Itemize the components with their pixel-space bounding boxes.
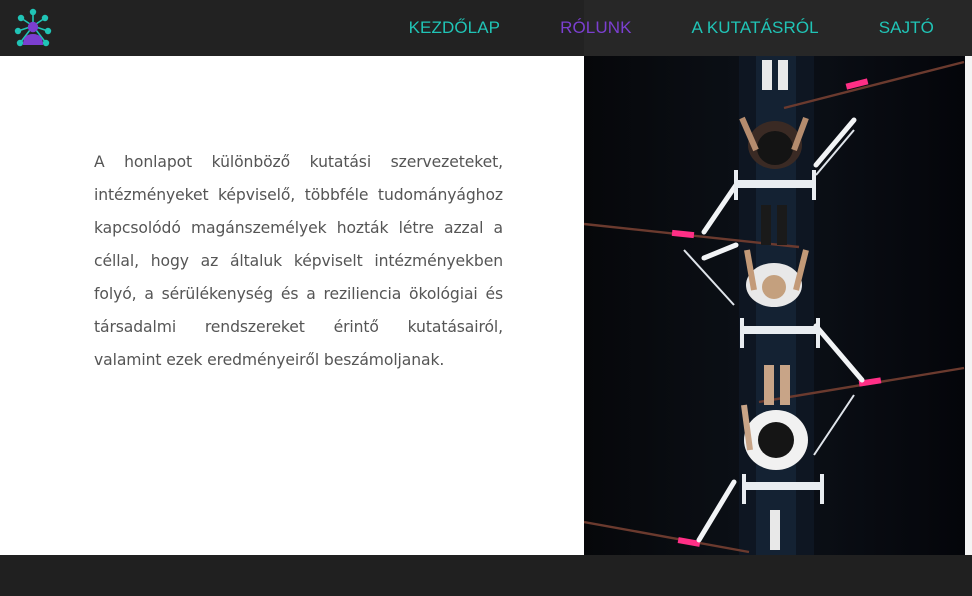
nav-link-rolunk[interactable]: RÓLUNK [560, 18, 631, 38]
page-edge-strip [965, 56, 972, 555]
main-navigation: KEZDŐLAP RÓLUNK A KUTATÁSRÓL SAJTÓ [409, 0, 934, 56]
nav-link-sajto[interactable]: SAJTÓ [879, 18, 934, 38]
nav-link-a-kutatasrol[interactable]: A KUTATÁSRÓL [692, 18, 819, 38]
team-network-logo-icon[interactable] [12, 7, 54, 49]
about-section: A honlapot különböző kutatási szervezete… [0, 56, 584, 555]
top-navbar: KEZDŐLAP RÓLUNK A KUTATÁSRÓL SAJTÓ [0, 0, 972, 56]
nav-link-kezdolap[interactable]: KEZDŐLAP [409, 18, 501, 38]
page-footer [0, 555, 972, 596]
rowing-team-aerial-photo [584, 0, 965, 555]
about-paragraph: A honlapot különböző kutatási szervezete… [94, 153, 503, 369]
